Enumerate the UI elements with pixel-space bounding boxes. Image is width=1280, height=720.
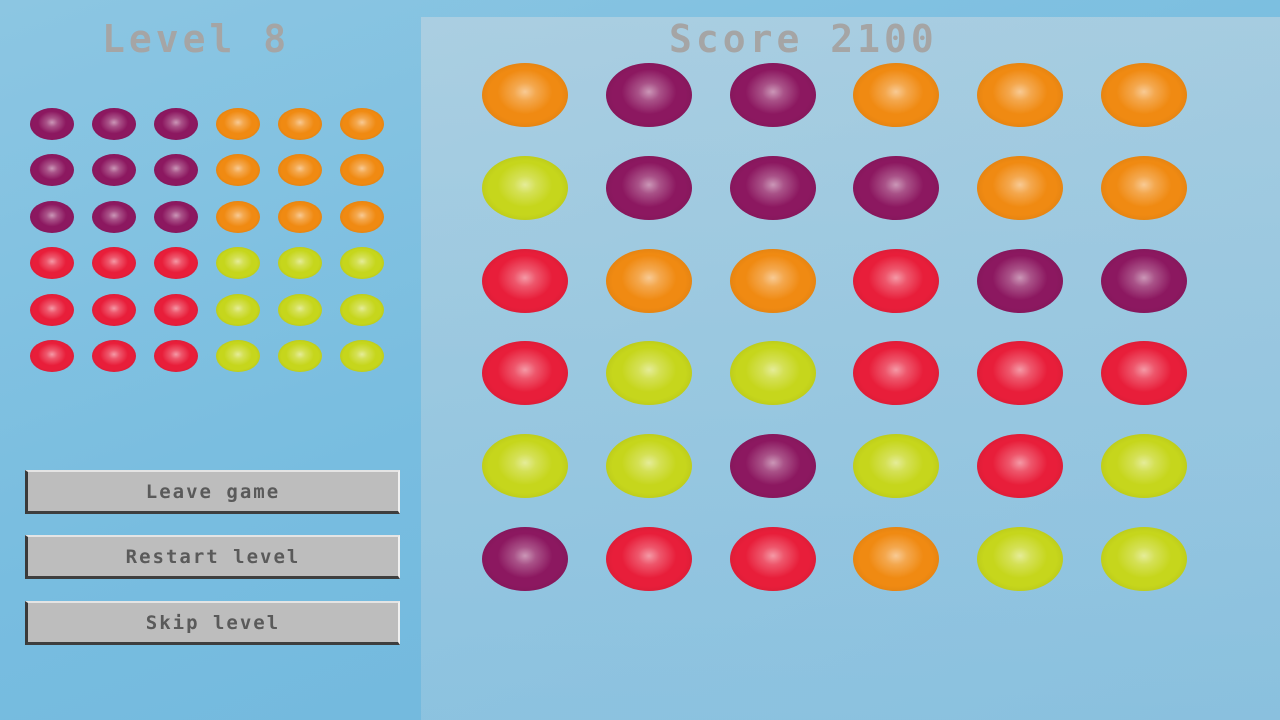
red-gem[interactable] <box>853 248 940 313</box>
orange-gem[interactable] <box>1101 155 1187 220</box>
red-gem <box>154 293 198 326</box>
purple-gem[interactable] <box>853 155 940 220</box>
yellow-gem[interactable] <box>1101 434 1187 499</box>
red-gem[interactable] <box>729 527 816 591</box>
yellow-gem[interactable] <box>605 341 692 406</box>
purple-gem <box>92 154 136 187</box>
red-gem <box>154 247 198 280</box>
restart-level-button[interactable]: Restart level <box>25 535 400 579</box>
orange-gem <box>278 154 322 187</box>
orange-gem[interactable] <box>482 63 568 127</box>
skip-level-button[interactable]: Skip level <box>25 601 400 645</box>
level-label: Level 8 <box>102 17 291 61</box>
yellow-gem <box>278 340 322 372</box>
orange-gem[interactable] <box>977 155 1064 220</box>
yellow-gem[interactable] <box>977 527 1064 591</box>
yellow-gem[interactable] <box>482 155 568 220</box>
yellow-gem[interactable] <box>482 434 568 499</box>
yellow-gem <box>278 247 322 280</box>
red-gem <box>154 340 198 372</box>
purple-gem[interactable] <box>605 63 692 127</box>
orange-gem[interactable] <box>605 248 692 313</box>
red-gem <box>92 247 136 280</box>
orange-gem <box>278 108 322 140</box>
leave-game-button[interactable]: Leave game <box>25 470 400 514</box>
purple-gem[interactable] <box>977 248 1064 313</box>
purple-gem <box>154 108 198 140</box>
yellow-gem[interactable] <box>605 434 692 499</box>
purple-gem <box>30 108 74 140</box>
purple-gem <box>30 154 74 187</box>
red-gem <box>92 293 136 326</box>
yellow-gem[interactable] <box>729 341 816 406</box>
yellow-gem <box>216 247 260 280</box>
purple-gem[interactable] <box>1101 248 1187 313</box>
orange-gem <box>216 108 260 140</box>
orange-gem[interactable] <box>977 63 1064 127</box>
purple-gem[interactable] <box>729 63 816 127</box>
purple-gem <box>92 200 136 233</box>
orange-gem <box>340 108 384 140</box>
orange-gem <box>340 154 384 187</box>
yellow-gem <box>340 340 384 372</box>
red-gem <box>30 247 74 280</box>
purple-gem[interactable] <box>729 155 816 220</box>
red-gem[interactable] <box>482 341 568 406</box>
yellow-gem <box>278 293 322 326</box>
orange-gem <box>340 200 384 233</box>
red-gem <box>92 340 136 372</box>
orange-gem[interactable] <box>729 248 816 313</box>
red-gem[interactable] <box>605 527 692 591</box>
purple-gem <box>154 154 198 187</box>
purple-gem[interactable] <box>605 155 692 220</box>
red-gem[interactable] <box>482 248 568 313</box>
orange-gem[interactable] <box>853 63 940 127</box>
orange-gem <box>216 200 260 233</box>
yellow-gem <box>340 293 384 326</box>
red-gem[interactable] <box>977 434 1064 499</box>
orange-gem[interactable] <box>1101 63 1187 127</box>
orange-gem[interactable] <box>853 527 940 591</box>
yellow-gem[interactable] <box>1101 527 1187 591</box>
purple-gem[interactable] <box>729 434 816 499</box>
red-gem[interactable] <box>1101 341 1187 406</box>
orange-gem <box>278 200 322 233</box>
orange-gem <box>216 154 260 187</box>
yellow-gem <box>216 293 260 326</box>
purple-gem <box>30 200 74 233</box>
score-label: Score 2100 <box>669 17 938 61</box>
yellow-gem <box>340 247 384 280</box>
purple-gem <box>92 108 136 140</box>
red-gem <box>30 340 74 372</box>
yellow-gem <box>216 340 260 372</box>
red-gem <box>30 293 74 326</box>
purple-gem <box>154 200 198 233</box>
purple-gem[interactable] <box>482 527 568 591</box>
